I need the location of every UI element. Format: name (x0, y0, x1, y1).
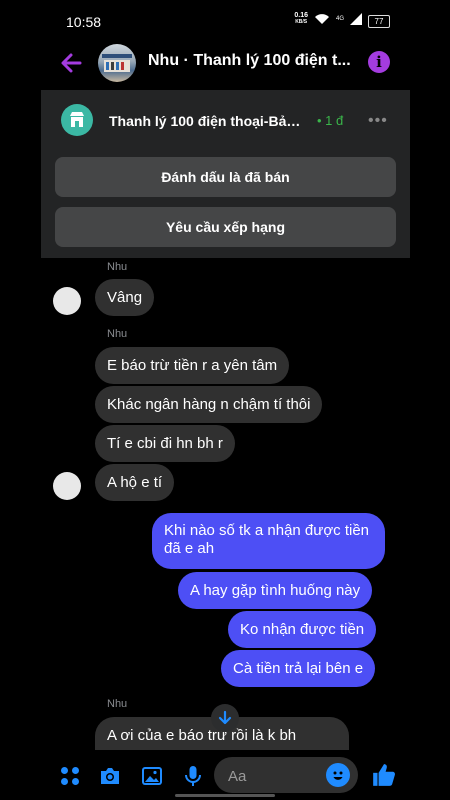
status-icons: 0.16 KB/S 4G (294, 12, 362, 26)
gallery-icon[interactable] (140, 764, 164, 788)
info-icon[interactable]: i (368, 51, 390, 73)
incoming-message[interactable]: E báo trừ tiền r a yên tâm (95, 347, 290, 384)
thumbs-up-icon[interactable] (371, 762, 397, 788)
network-speed-value: 0.16 (294, 12, 308, 19)
request-rating-button[interactable]: Yêu cầu xếp hạng (55, 207, 396, 247)
battery-level: 77 (374, 17, 384, 26)
message-input[interactable] (226, 765, 330, 787)
camera-icon[interactable] (98, 764, 122, 788)
outgoing-message[interactable]: A hay gặp tình huống này (178, 572, 373, 609)
listing-price: • 1 đ (317, 113, 344, 128)
scroll-down-button[interactable] (211, 704, 239, 732)
mark-sold-button[interactable]: Đánh dấu là đã bán (55, 157, 396, 197)
contact-avatar[interactable] (98, 44, 136, 82)
wifi-icon (314, 14, 329, 24)
sender-name: Nhu (107, 261, 128, 273)
outgoing-message[interactable]: Cà tiền trả lại bên e (221, 650, 376, 687)
sender-name: Nhu (107, 328, 128, 340)
status-bar: 10:58 0.16 KB/S 4G 77 (0, 0, 450, 44)
arrow-down-icon (218, 710, 232, 725)
apps-grid-icon[interactable] (58, 764, 82, 788)
chat-title[interactable]: Nhu · Thanh lý 100 điện t... (148, 52, 354, 70)
chat-header: Nhu · Thanh lý 100 điện t... i (0, 40, 450, 86)
network-speed-unit: KB/S (295, 19, 308, 25)
more-options-icon[interactable]: ••• (368, 112, 388, 130)
signal-icon (350, 13, 362, 25)
sender-name: Nhu (107, 698, 128, 710)
back-arrow-icon[interactable] (58, 50, 84, 76)
message-composer (0, 752, 450, 800)
outgoing-message[interactable]: Ko nhận được tiền (228, 611, 377, 648)
status-time: 10:58 (66, 14, 102, 30)
marketplace-listing-panel: Thanh lý 100 điện thoại-Bảo... • 1 đ •••… (41, 90, 410, 258)
home-indicator (175, 794, 275, 797)
incoming-message[interactable]: Khác ngân hàng n chậm tí thôi (95, 386, 323, 423)
battery-icon: 77 (368, 15, 390, 28)
microphone-icon[interactable] (181, 764, 205, 788)
network-type: 4G (335, 16, 344, 22)
listing-title[interactable]: Thanh lý 100 điện thoại-Bảo... (109, 113, 304, 129)
avatar-image (102, 54, 132, 72)
incoming-message[interactable]: Tí e cbi đi hn bh r (95, 425, 235, 462)
shop-icon (61, 104, 93, 136)
sender-avatar[interactable] (53, 287, 81, 315)
incoming-message[interactable]: Vâng (95, 279, 155, 316)
incoming-message[interactable]: A hộ e tí (95, 464, 175, 501)
message-input-box[interactable] (214, 757, 358, 793)
sender-avatar[interactable] (53, 472, 81, 500)
emoji-icon[interactable] (326, 763, 350, 787)
network-speed: 0.16 KB/S (294, 12, 308, 26)
outgoing-message[interactable]: Khi nào số tk a nhận được tiền đã e ah (152, 513, 385, 569)
